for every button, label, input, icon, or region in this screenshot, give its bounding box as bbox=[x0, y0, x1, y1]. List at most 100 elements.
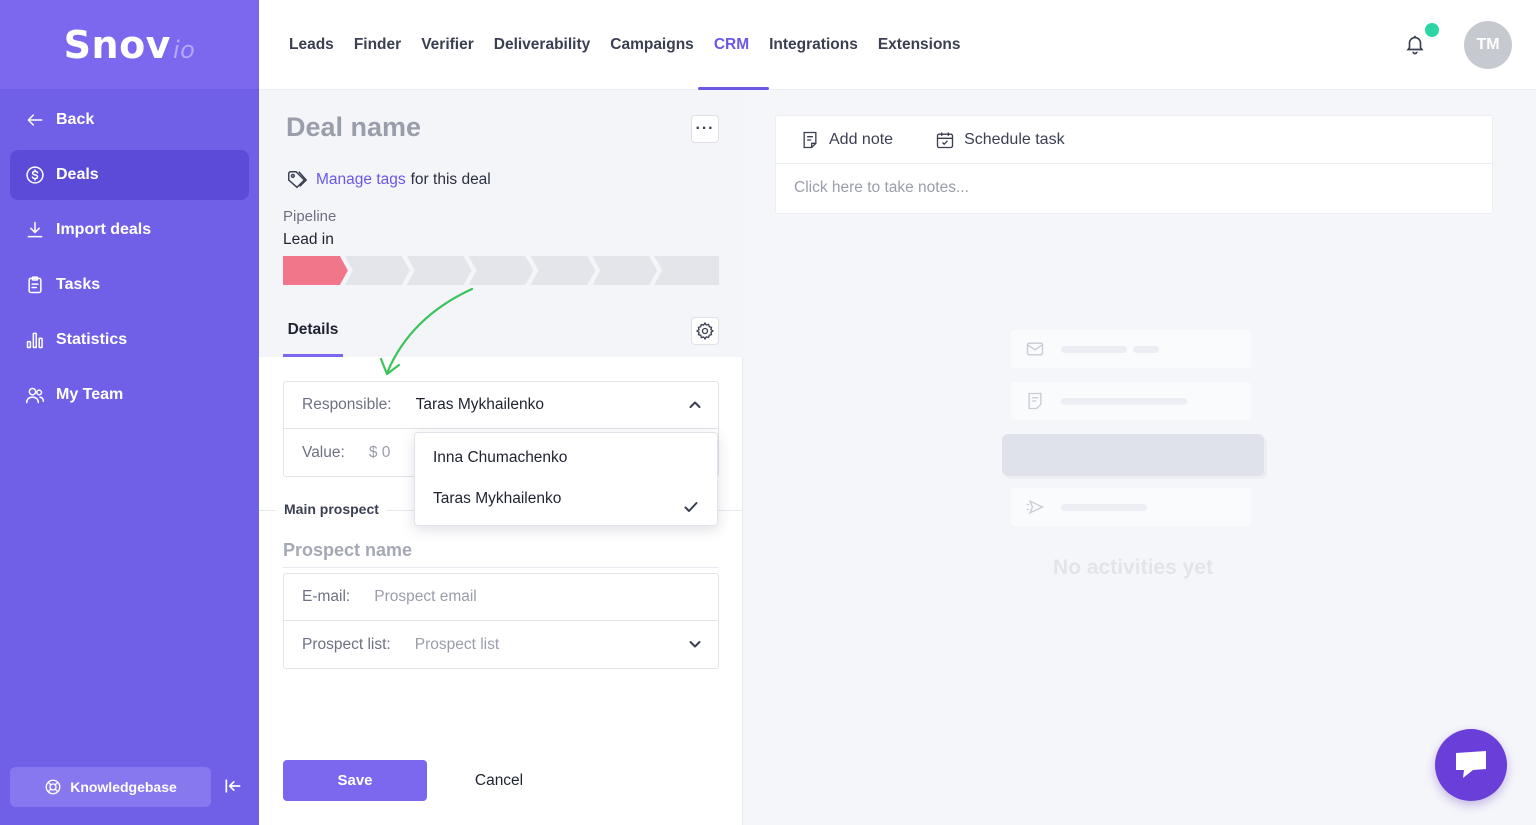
value-input[interactable]: $ 0 bbox=[369, 444, 391, 462]
logo[interactable]: Snovio bbox=[64, 23, 196, 67]
schedule-task-label: Schedule task bbox=[964, 130, 1065, 148]
schedule-task-button[interactable]: Schedule task bbox=[935, 130, 1065, 150]
lifebuoy-icon bbox=[45, 779, 61, 795]
save-button[interactable]: Save bbox=[283, 760, 427, 801]
add-note-button[interactable]: Add note bbox=[800, 130, 893, 150]
deal-title[interactable]: Deal name bbox=[286, 112, 421, 143]
sidebar-item-my-team[interactable]: My Team bbox=[10, 370, 249, 420]
placeholder-row bbox=[1011, 382, 1251, 420]
notifications-button[interactable] bbox=[1404, 33, 1428, 57]
pipeline-stage[interactable] bbox=[283, 256, 348, 285]
prospect-list-label: Prospect list: bbox=[302, 635, 391, 653]
sidebar-item-label: Tasks bbox=[56, 276, 101, 293]
email-label: E-mail: bbox=[302, 588, 351, 605]
pipeline-label: Pipeline bbox=[283, 208, 337, 225]
placeholder-row bbox=[1011, 330, 1251, 368]
chevron-up-icon[interactable] bbox=[688, 398, 702, 412]
topnav-campaigns[interactable]: Campaigns bbox=[600, 0, 704, 90]
more-options-button[interactable]: ··· bbox=[691, 115, 719, 143]
clipboard-icon bbox=[24, 274, 46, 296]
prospect-name-input[interactable]: Prospect name bbox=[283, 540, 412, 561]
topnav-finder[interactable]: Finder bbox=[344, 0, 411, 90]
details-settings-button[interactable] bbox=[691, 317, 719, 345]
pipeline-stage[interactable] bbox=[654, 256, 720, 285]
notes-card: Add note Schedule task Click here to tak… bbox=[775, 115, 1493, 214]
topnav-verifier[interactable]: Verifier bbox=[411, 0, 484, 90]
deal-header: Deal name ··· Manage tags for this deal … bbox=[259, 90, 743, 357]
topnav-integrations[interactable]: Integrations bbox=[759, 0, 868, 90]
pipeline-stage-name: Lead in bbox=[283, 231, 334, 248]
chevron-down-icon[interactable] bbox=[688, 637, 702, 651]
dropdown-option[interactable]: Taras Mykhailenko bbox=[415, 478, 717, 519]
collapse-left-icon bbox=[225, 779, 241, 793]
top-nav: Leads Finder Verifier Deliverability Cam… bbox=[279, 0, 971, 90]
gear-icon bbox=[695, 321, 714, 341]
responsible-label: Responsible: bbox=[302, 396, 392, 413]
prospect-list-select[interactable]: Prospect list: Prospect list bbox=[284, 621, 718, 668]
cancel-button[interactable]: Cancel bbox=[459, 760, 539, 801]
manage-tags-link[interactable]: Manage tags bbox=[316, 171, 406, 189]
top-bar: Leads Finder Verifier Deliverability Cam… bbox=[259, 0, 1536, 90]
checkmark-icon bbox=[683, 490, 699, 512]
arrow-left-icon bbox=[24, 109, 46, 131]
dollar-circle-icon bbox=[24, 164, 46, 186]
pipeline-stage[interactable] bbox=[530, 256, 595, 285]
empty-activities: No activities yet bbox=[1000, 328, 1270, 588]
email-input[interactable]: Prospect email bbox=[374, 588, 477, 606]
sidebar-item-tasks[interactable]: Tasks bbox=[10, 260, 249, 310]
placeholder-bar bbox=[1133, 345, 1159, 353]
email-field[interactable]: E-mail: Prospect email bbox=[284, 574, 718, 621]
chat-button[interactable] bbox=[1435, 729, 1507, 801]
pipeline-stages bbox=[283, 256, 720, 285]
placeholder-bar bbox=[1061, 397, 1187, 405]
topnav-crm[interactable]: CRM bbox=[697, 0, 770, 90]
sidebar-item-statistics[interactable]: Statistics bbox=[10, 315, 249, 365]
avatar[interactable]: TM bbox=[1464, 21, 1512, 69]
notification-dot bbox=[1425, 23, 1439, 37]
sidebar-item-label: My Team bbox=[56, 386, 124, 403]
team-icon bbox=[24, 384, 46, 406]
collapse-sidebar-button[interactable] bbox=[222, 775, 244, 797]
notes-input[interactable]: Click here to take notes... bbox=[794, 179, 969, 197]
bar-chart-icon bbox=[24, 329, 46, 351]
sidebar-item-label: Import deals bbox=[56, 221, 152, 238]
dropdown-option[interactable]: Inna Chumachenko bbox=[415, 437, 717, 478]
note-icon bbox=[803, 131, 817, 148]
add-note-label: Add note bbox=[829, 130, 894, 148]
topnav-extensions[interactable]: Extensions bbox=[868, 0, 971, 90]
download-icon bbox=[24, 219, 46, 241]
sidebar-item-label: Deals bbox=[56, 166, 99, 183]
placeholder-row bbox=[1011, 488, 1251, 526]
tags-row: Manage tags for this deal bbox=[286, 169, 491, 191]
prospect-name-underline bbox=[283, 567, 719, 568]
placeholder-card bbox=[1002, 434, 1264, 476]
pipeline-stage[interactable] bbox=[469, 256, 534, 285]
option-label: Taras Mykhailenko bbox=[433, 490, 562, 507]
tag-icon bbox=[288, 171, 308, 189]
tags-suffix: for this deal bbox=[410, 171, 491, 188]
empty-state-text: No activities yet bbox=[1053, 556, 1213, 579]
sidebar-item-label: Statistics bbox=[56, 331, 128, 348]
responsible-select[interactable]: Responsible: Taras Mykhailenko bbox=[284, 382, 718, 429]
knowledgebase-label: Knowledgebase bbox=[70, 779, 177, 795]
knowledgebase-button[interactable]: Knowledgebase bbox=[10, 767, 211, 807]
deal-panel: Deal name ··· Manage tags for this deal … bbox=[259, 90, 743, 825]
sidebar: Snovio Back Deals Import deals Tasks Sta… bbox=[0, 0, 259, 825]
placeholder-bar bbox=[1061, 345, 1127, 353]
pipeline-stage[interactable] bbox=[345, 256, 410, 285]
sidebar-item-label: Back bbox=[56, 111, 95, 128]
sidebar-item-import-deals[interactable]: Import deals bbox=[10, 205, 249, 255]
topnav-deliverability[interactable]: Deliverability bbox=[484, 0, 601, 90]
notes-actions: Add note Schedule task bbox=[776, 116, 1492, 164]
logo-text: Snov bbox=[63, 22, 171, 67]
sidebar-item-deals[interactable]: Deals bbox=[10, 150, 249, 200]
bell-icon bbox=[1406, 35, 1424, 55]
tab-details[interactable]: Details bbox=[283, 313, 343, 357]
placeholder-bar bbox=[1061, 503, 1147, 511]
topnav-leads[interactable]: Leads bbox=[279, 0, 344, 90]
sidebar-nav: Back Deals Import deals Tasks Statistics… bbox=[0, 89, 259, 420]
pipeline-stage[interactable] bbox=[592, 256, 657, 285]
chat-icon bbox=[1456, 751, 1486, 778]
pipeline-stage[interactable] bbox=[407, 256, 472, 285]
sidebar-item-back[interactable]: Back bbox=[10, 95, 249, 145]
